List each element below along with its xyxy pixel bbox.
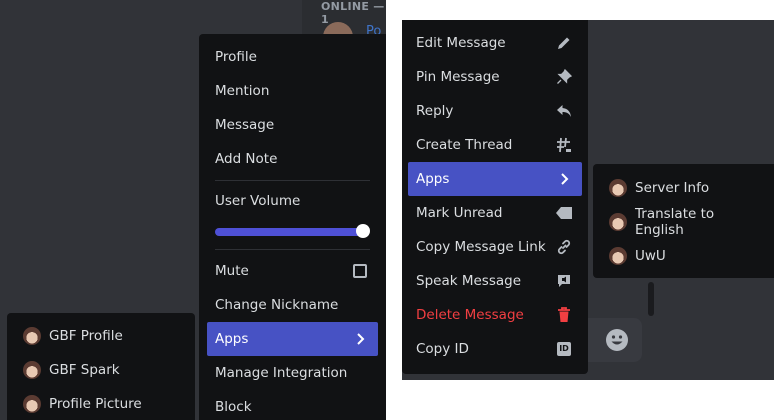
reply-icon [554, 101, 574, 121]
menu-item-label: Profile [215, 49, 257, 65]
menu-item-edit-message[interactable]: Edit Message [408, 26, 582, 60]
thread-icon [554, 135, 574, 155]
user-volume-slider[interactable] [215, 219, 370, 241]
message-context-menu: Edit Message Pin Message Reply Create Th… [402, 20, 588, 374]
menu-item-add-note[interactable]: Add Note [207, 142, 378, 176]
menu-item-mark-unread[interactable]: Mark Unread [408, 196, 582, 230]
menu-item-apps[interactable]: Apps [408, 162, 582, 196]
menu-item-profile[interactable]: Profile [207, 40, 378, 74]
mark-unread-icon [554, 203, 574, 223]
id-icon: ID [554, 339, 574, 359]
menu-item-manage-integration[interactable]: Manage Integration [207, 356, 378, 390]
menu-item-create-thread[interactable]: Create Thread [408, 128, 582, 162]
app-avatar [23, 327, 41, 345]
app-avatar [23, 361, 41, 379]
trash-icon [554, 305, 574, 325]
app-avatar [609, 213, 627, 231]
user-context-menu: Profile Mention Message Add Note User Vo… [199, 34, 386, 420]
pencil-icon [554, 33, 574, 53]
app-item-label: Profile Picture [49, 396, 142, 412]
menu-item-pin-message[interactable]: Pin Message [408, 60, 582, 94]
app-avatar [609, 247, 627, 265]
menu-item-label: Mention [215, 83, 270, 99]
apps-submenu-user: GBF Profile GBF Spark Profile Picture [7, 313, 195, 420]
app-item-label: Server Info [635, 180, 710, 196]
menu-item-label: Manage Integration [215, 365, 348, 381]
id-badge: ID [557, 342, 571, 356]
app-item-gbf-profile[interactable]: GBF Profile [15, 319, 187, 353]
menu-item-delete-message[interactable]: Delete Message [408, 298, 582, 332]
app-item-translate-to-english[interactable]: Translate to English [601, 205, 766, 239]
app-item-label: GBF Profile [49, 328, 123, 344]
chevron-right-icon [554, 169, 574, 189]
menu-item-label: Reply [416, 103, 454, 119]
menu-item-mention[interactable]: Mention [207, 74, 378, 108]
scrollbar[interactable] [648, 282, 654, 316]
menu-item-mute[interactable]: Mute [207, 254, 378, 288]
menu-item-copy-id[interactable]: Copy ID ID [408, 332, 582, 366]
app-item-label: GBF Spark [49, 362, 120, 378]
menu-item-speak-message[interactable]: Speak Message [408, 264, 582, 298]
menu-item-label: Edit Message [416, 35, 506, 51]
user-volume-control: User Volume [207, 185, 378, 245]
user-volume-label: User Volume [215, 193, 301, 209]
app-avatar [23, 395, 41, 413]
menu-item-label: Message [215, 117, 275, 133]
menu-item-copy-message-link[interactable]: Copy Message Link [408, 230, 582, 264]
menu-item-label: Create Thread [416, 137, 513, 153]
menu-item-label: Change Nickname [215, 297, 339, 313]
menu-item-label: Apps [416, 171, 450, 187]
menu-item-change-nickname[interactable]: Change Nickname [207, 288, 378, 322]
app-item-profile-picture[interactable]: Profile Picture [15, 387, 187, 420]
menu-item-label: Speak Message [416, 273, 521, 289]
menu-item-label: Copy Message Link [416, 239, 546, 255]
app-avatar [609, 179, 627, 197]
menu-item-label: Apps [215, 331, 249, 347]
emoji-icon[interactable] [605, 328, 629, 352]
menu-item-block[interactable]: Block [207, 390, 378, 420]
menu-separator [215, 180, 370, 181]
menu-item-message[interactable]: Message [207, 108, 378, 142]
menu-item-label: Mark Unread [416, 205, 503, 221]
app-item-label: UwU [635, 248, 666, 264]
menu-item-reply[interactable]: Reply [408, 94, 582, 128]
menu-item-label: Copy ID [416, 341, 469, 357]
volume-slider-handle[interactable] [356, 224, 370, 238]
menu-item-label: Block [215, 399, 252, 415]
menu-item-label: Delete Message [416, 307, 524, 323]
app-item-label: Translate to English [635, 206, 715, 238]
app-item-server-info[interactable]: Server Info [601, 171, 766, 205]
app-item-gbf-spark[interactable]: GBF Spark [15, 353, 187, 387]
menu-item-label: Mute [215, 263, 249, 279]
menu-item-label: Add Note [215, 151, 278, 167]
speak-message-icon [554, 271, 574, 291]
link-icon [554, 237, 574, 257]
volume-slider-track[interactable] [215, 228, 364, 236]
menu-separator [215, 249, 370, 250]
online-header: ONLINE — 1 [321, 0, 385, 26]
app-item-uwu[interactable]: UwU [601, 239, 766, 273]
menu-item-apps[interactable]: Apps [207, 322, 378, 356]
pin-icon [554, 67, 574, 87]
menu-item-label: Pin Message [416, 69, 500, 85]
checkbox-icon[interactable] [350, 261, 370, 281]
apps-submenu-message: Server Info Translate to English UwU [593, 164, 774, 278]
chevron-right-icon [350, 329, 370, 349]
